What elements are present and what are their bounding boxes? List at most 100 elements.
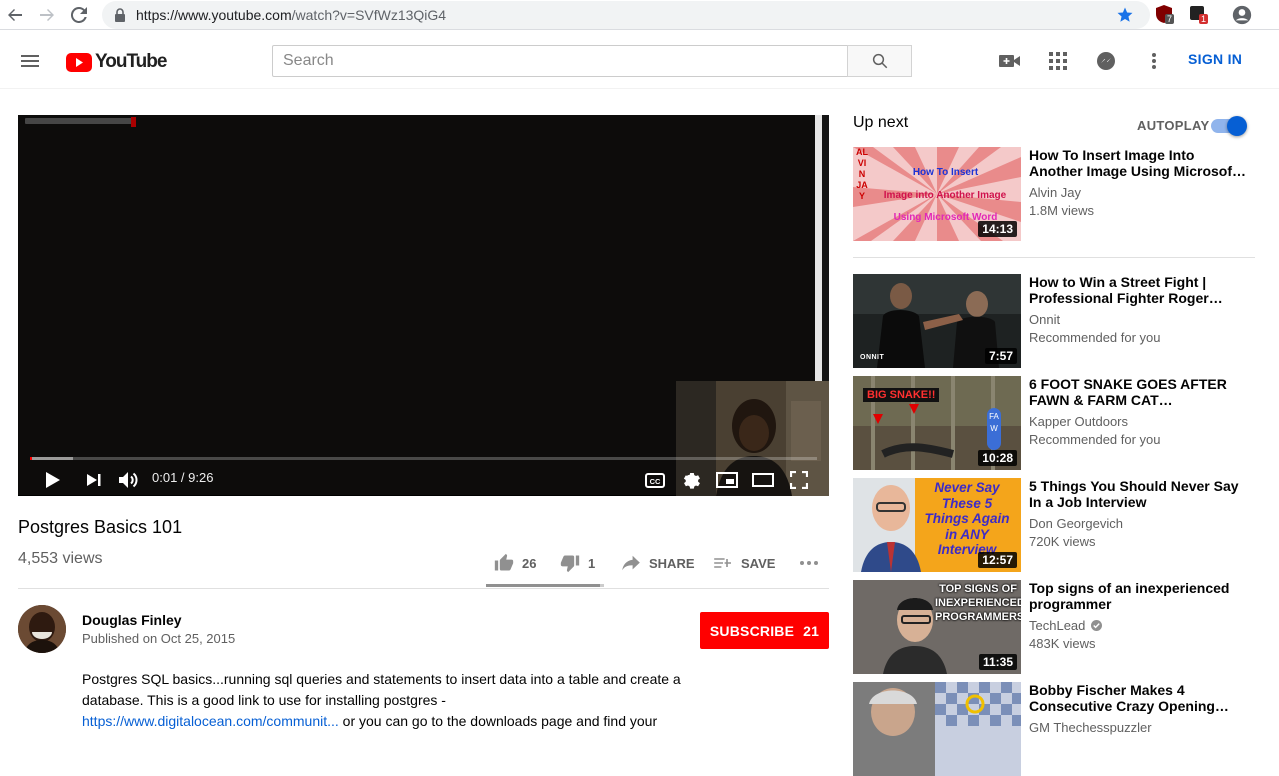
save-label: SAVE xyxy=(741,555,776,571)
more-vert-icon[interactable] xyxy=(1142,49,1166,73)
terminal-prompt xyxy=(25,118,133,124)
youtube-logo[interactable]: YouTube xyxy=(66,51,167,73)
recommended-channel: Onnit xyxy=(1029,312,1061,327)
recommended-video[interactable]: ALVIN JAY How To Insert Image into Anoth… xyxy=(853,147,1263,241)
sign-in-button[interactable]: SIGN IN xyxy=(1188,51,1242,67)
recommended-title[interactable]: How to Win a Street Fight | Professional … xyxy=(1029,274,1259,306)
search-input[interactable] xyxy=(272,45,848,77)
recommended-meta: Recommended for you xyxy=(1029,432,1161,447)
fullscreen-icon[interactable] xyxy=(787,468,811,492)
svg-text:CC: CC xyxy=(650,477,661,486)
apps-grid-icon[interactable] xyxy=(1046,49,1070,73)
description-line: Postgres SQL basics...running sql querie… xyxy=(82,671,681,687)
extension-icon[interactable]: 1 xyxy=(1189,5,1209,25)
dislike-button[interactable]: 1 xyxy=(560,551,595,575)
verified-badge-icon xyxy=(1091,620,1103,631)
miniplayer-icon[interactable] xyxy=(715,468,739,492)
address-bar[interactable]: https://www.youtube.com/watch?v=SVfWz13Q… xyxy=(102,1,1150,29)
extension-badge: 7 xyxy=(1165,14,1175,24)
recommended-title[interactable]: Top signs of an inexperienced programmer xyxy=(1029,580,1259,612)
progress-track[interactable] xyxy=(30,457,817,460)
dislike-count: 1 xyxy=(588,555,596,571)
profile-icon[interactable] xyxy=(1232,5,1252,30)
captions-icon[interactable]: CC xyxy=(643,468,667,492)
video-thumbnail[interactable]: BIG SNAKE!! FAW 10:28 xyxy=(853,376,1021,470)
share-button[interactable]: SHARE xyxy=(621,551,695,575)
video-player[interactable]: 0:01 / 9:26 CC xyxy=(18,115,829,496)
video-duration: 11:35 xyxy=(978,654,1017,670)
autoplay-label: AUTOPLAY xyxy=(1137,118,1210,133)
install-link[interactable]: https://www.digitalocean.com/communit... xyxy=(82,713,339,729)
recommended-video[interactable]: Never Say These 5 Things Again in ANY In… xyxy=(853,478,1263,572)
video-edge-shadow xyxy=(822,115,829,385)
theater-mode-icon[interactable] xyxy=(751,468,775,492)
video-thumbnail[interactable] xyxy=(853,682,1021,776)
recommended-title[interactable]: Bobby Fischer Makes 4 Consecutive Crazy O… xyxy=(1029,682,1259,714)
video-thumbnail[interactable]: ALVIN JAY How To Insert Image into Anoth… xyxy=(853,147,1021,241)
recommended-channel: Alvin Jay xyxy=(1029,185,1082,200)
divider xyxy=(18,588,829,589)
back-arrow-icon[interactable] xyxy=(4,4,26,26)
autoplay-toggle[interactable] xyxy=(1211,116,1247,136)
recommended-video[interactable]: TOP SIGNS OF INEXPERIENCED PROGRAMMERS 1… xyxy=(853,580,1263,674)
settings-gear-icon[interactable] xyxy=(679,468,703,492)
play-icon[interactable] xyxy=(41,468,65,492)
recommended-title[interactable]: How To Insert Image Into Another Image Us… xyxy=(1029,147,1259,179)
recommended-title[interactable]: 5 Things You Should Never Say In a Job In… xyxy=(1029,478,1259,510)
like-button[interactable]: 26 xyxy=(494,551,536,575)
progress-buffered xyxy=(30,457,73,460)
subscribe-button[interactable]: SUBSCRIBE 21 xyxy=(700,612,829,649)
create-video-icon[interactable] xyxy=(998,49,1022,73)
recommended-meta: 483K views xyxy=(1029,636,1096,651)
messages-icon[interactable] xyxy=(1094,49,1118,73)
channel-avatar[interactable] xyxy=(18,605,66,653)
recommended-video[interactable]: Bobby Fischer Makes 4 Consecutive Crazy O… xyxy=(853,682,1263,776)
time-display: 0:01 / 9:26 xyxy=(152,470,214,485)
video-thumbnail[interactable]: Never Say These 5 Things Again in ANY In… xyxy=(853,478,1021,572)
save-button[interactable]: SAVE xyxy=(713,551,775,575)
menu-icon[interactable] xyxy=(18,49,42,73)
thumbs-up-icon xyxy=(494,553,514,571)
subscriber-count: 21 xyxy=(803,622,820,639)
logo-text: YouTube xyxy=(95,51,167,72)
recommended-channel: Kapper Outdoors xyxy=(1029,414,1129,429)
video-thumbnail[interactable]: ONNIT 7:57 xyxy=(853,274,1021,368)
progress-played xyxy=(30,457,32,460)
thumbnail-side-text: FAW xyxy=(987,408,1001,450)
playlist-add-icon xyxy=(714,558,731,568)
thumbnail-text: Image into Another Image xyxy=(883,190,1007,201)
recommended-channel: Don Georgevich xyxy=(1029,516,1123,531)
reload-icon[interactable] xyxy=(68,4,90,26)
thumbnail-text: Never Say These 5 Things Again in ANY In… xyxy=(924,480,1010,557)
recommended-meta: 1.8M views xyxy=(1029,203,1095,218)
search-icon xyxy=(872,53,887,69)
video-duration: 12:57 xyxy=(978,552,1017,568)
toggle-knob xyxy=(1227,116,1247,136)
forward-arrow-icon[interactable] xyxy=(36,4,58,26)
recommended-meta: 720K views xyxy=(1029,534,1096,549)
volume-icon[interactable] xyxy=(117,468,141,492)
channel-name[interactable]: Douglas Finley xyxy=(82,612,182,628)
lock-icon xyxy=(114,8,126,27)
recommended-meta: Recommended for you xyxy=(1029,330,1161,345)
recommended-video[interactable]: ONNIT 7:57 How to Win a Street Fight | Pr… xyxy=(853,274,1263,368)
ublock-extension-icon[interactable]: 7 xyxy=(1156,5,1176,25)
divider xyxy=(853,257,1255,258)
recommended-channel: GM Thechesspuzzler xyxy=(1029,720,1152,735)
description-text: or you can go to the downloads page and … xyxy=(338,713,658,729)
recommended-video[interactable]: BIG SNAKE!! FAW 10:28 6 FOOT SNAKE GOES … xyxy=(853,376,1263,470)
search-button[interactable] xyxy=(847,45,912,77)
video-thumbnail[interactable]: TOP SIGNS OF INEXPERIENCED PROGRAMMERS 1… xyxy=(853,580,1021,674)
next-video-icon[interactable] xyxy=(82,468,106,492)
thumbs-down-icon xyxy=(560,555,580,573)
thumbnail-logo: ONNIT xyxy=(860,354,885,361)
youtube-header: YouTube SIGN IN xyxy=(0,31,1279,89)
recommended-title[interactable]: 6 FOOT SNAKE GOES AFTER FAWN & FARM CAT… xyxy=(1029,376,1259,408)
more-actions-icon[interactable] xyxy=(799,551,827,575)
video-duration: 14:13 xyxy=(978,221,1017,237)
thumbnail-text: How To Insert xyxy=(912,167,979,178)
thumbnail-side-text: ALVIN JAY xyxy=(856,147,868,201)
bookmark-star-icon[interactable] xyxy=(1116,6,1134,29)
video-title: Postgres Basics 101 xyxy=(18,517,183,537)
recommended-channel: TechLead xyxy=(1029,618,1103,633)
